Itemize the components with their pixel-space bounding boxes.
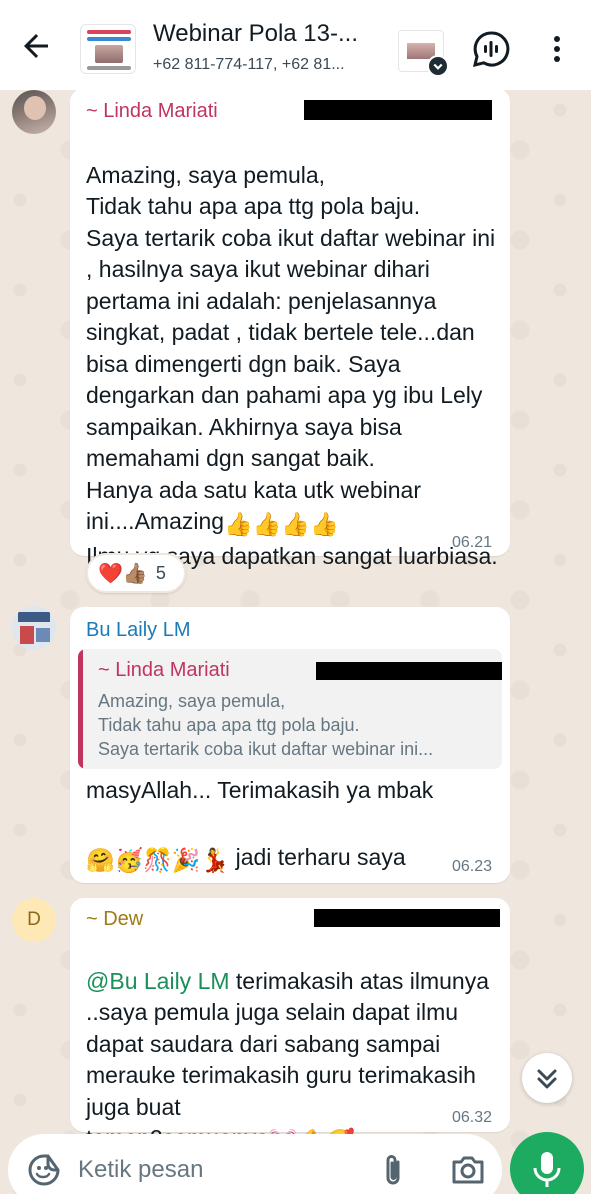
- reaction-emojis: ❤️👍🏽: [98, 561, 148, 585]
- voice-chat-button[interactable]: [472, 30, 510, 68]
- avatar-linda[interactable]: [12, 90, 56, 134]
- sender-name[interactable]: Bu Laily LM: [86, 619, 191, 642]
- message-bubble[interactable]: ~ Dew @Bu Laily LM terimakasih atas ilmu…: [70, 898, 510, 1154]
- emoji-button[interactable]: [26, 1152, 62, 1188]
- chevron-down-icon: [427, 55, 449, 77]
- more-options-button[interactable]: [545, 34, 569, 64]
- double-chevron-down-icon: [537, 1069, 557, 1089]
- quoted-sender: ~ Linda Mariati: [98, 659, 230, 681]
- more-vertical-icon: [554, 36, 560, 62]
- reaction-count: 5: [155, 562, 166, 583]
- avatar-bu-laily[interactable]: [12, 606, 56, 650]
- back-button[interactable]: [18, 28, 54, 64]
- avatar-letter: D: [27, 909, 41, 930]
- quoted-text: Amazing, saya pemula, Tidak tahu apa apa…: [98, 691, 434, 759]
- message-bubble[interactable]: ~ Linda Mariati Amazing, saya pemula, Ti…: [70, 88, 510, 569]
- avatar-dew[interactable]: D: [12, 898, 56, 942]
- sticker-icon: [28, 1154, 60, 1186]
- redacted-phone: [314, 909, 500, 927]
- message-time: 06.21: [452, 534, 493, 551]
- group-avatar[interactable]: [80, 24, 136, 74]
- voice-message-button[interactable]: [510, 1132, 584, 1194]
- message-emoji-line: 🤗🥳🎊🎉💃 jadi terharu saya: [86, 810, 498, 876]
- attach-button[interactable]: [378, 1152, 408, 1190]
- group-title[interactable]: Webinar Pola 13-...: [153, 20, 393, 48]
- message-bubble[interactable]: Bu Laily LM ~ Linda Mariati Amazing, say…: [70, 607, 510, 883]
- paperclip-icon: [386, 1155, 400, 1185]
- voice-chat-icon: [472, 31, 510, 68]
- message-time: 06.23: [452, 858, 493, 875]
- message-text: @Bu Laily LM terimakasih atas ilmunya ..…: [86, 934, 498, 1158]
- message-time: 06.32: [452, 1109, 493, 1126]
- scroll-to-bottom-button[interactable]: [522, 1053, 572, 1103]
- mic-icon: [533, 1152, 561, 1187]
- camera-button[interactable]: [450, 1154, 486, 1186]
- redacted-phone: [316, 662, 502, 680]
- thumbs-up-emoji: 👍👍👍👍: [224, 511, 339, 537]
- mention-link[interactable]: @Bu Laily LM: [86, 968, 230, 994]
- reactions-pill[interactable]: ❤️👍🏽 5: [86, 553, 186, 593]
- camera-icon: [452, 1156, 484, 1184]
- sender-name[interactable]: ~ Dew: [86, 908, 143, 931]
- message-text: masyAllah... Terimakasih ya mbak: [86, 777, 434, 803]
- redacted-phone: [304, 100, 492, 120]
- sender-name[interactable]: ~ Linda Mariati: [86, 100, 218, 123]
- message-text: Amazing, saya pemula, Tidak tahu apa apa…: [86, 161, 498, 569]
- message-composer: [8, 1134, 502, 1194]
- chat-header: Webinar Pola 13-... +62 811-774-117, +62…: [0, 0, 591, 90]
- quoted-message[interactable]: ~ Linda Mariati Amazing, saya pemula, Ti…: [78, 649, 502, 769]
- community-avatar[interactable]: [398, 30, 449, 77]
- back-arrow-icon: [24, 34, 48, 58]
- group-members[interactable]: +62 811-774-117, +62 81...: [153, 56, 393, 74]
- celebration-emojis: 🤗🥳🎊🎉💃: [86, 846, 230, 873]
- message-input[interactable]: [78, 1150, 358, 1190]
